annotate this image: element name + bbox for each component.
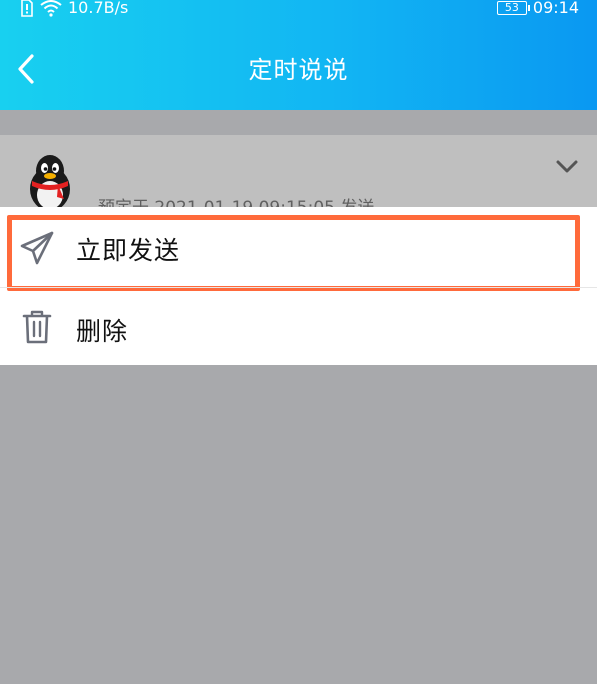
dim-overlay-top[interactable] xyxy=(0,110,597,135)
action-sheet: 立即发送 删除 xyxy=(0,207,597,365)
header: 10.7B/s 53 09:14 定时说说 xyxy=(0,0,597,110)
network-speed: 10.7B/s xyxy=(68,0,129,17)
delete-button[interactable]: 删除 xyxy=(0,287,597,365)
qq-penguin-avatar-icon xyxy=(24,153,76,207)
screen: 10.7B/s 53 09:14 定时说说 立即发送 删除 xyxy=(0,0,597,684)
status-bar: 10.7B/s 53 09:14 xyxy=(0,0,597,24)
trash-icon xyxy=(18,308,56,346)
paper-plane-icon xyxy=(18,229,56,267)
status-left: 10.7B/s xyxy=(20,0,128,18)
wifi-icon xyxy=(40,0,62,17)
chevron-down-icon[interactable] xyxy=(555,159,579,175)
status-time: 09:14 xyxy=(532,0,579,17)
scheduled-post-card: 预定于 2021-01-19 09:15:05 发送 xyxy=(0,135,597,207)
dim-overlay-bottom[interactable] xyxy=(0,365,597,684)
battery-icon: 53 xyxy=(496,1,530,15)
send-now-button[interactable]: 立即发送 xyxy=(0,207,597,285)
page-title: 定时说说 xyxy=(248,56,349,84)
status-right: 53 09:14 xyxy=(496,0,579,18)
send-now-label: 立即发送 xyxy=(76,236,181,265)
battery-level: 53 xyxy=(504,1,519,14)
sim-card-icon xyxy=(20,0,34,17)
title-bar: 定时说说 xyxy=(0,28,597,110)
delete-label: 删除 xyxy=(76,317,129,346)
scheduled-time-text: 预定于 2021-01-19 09:15:05 发送 xyxy=(98,193,374,207)
